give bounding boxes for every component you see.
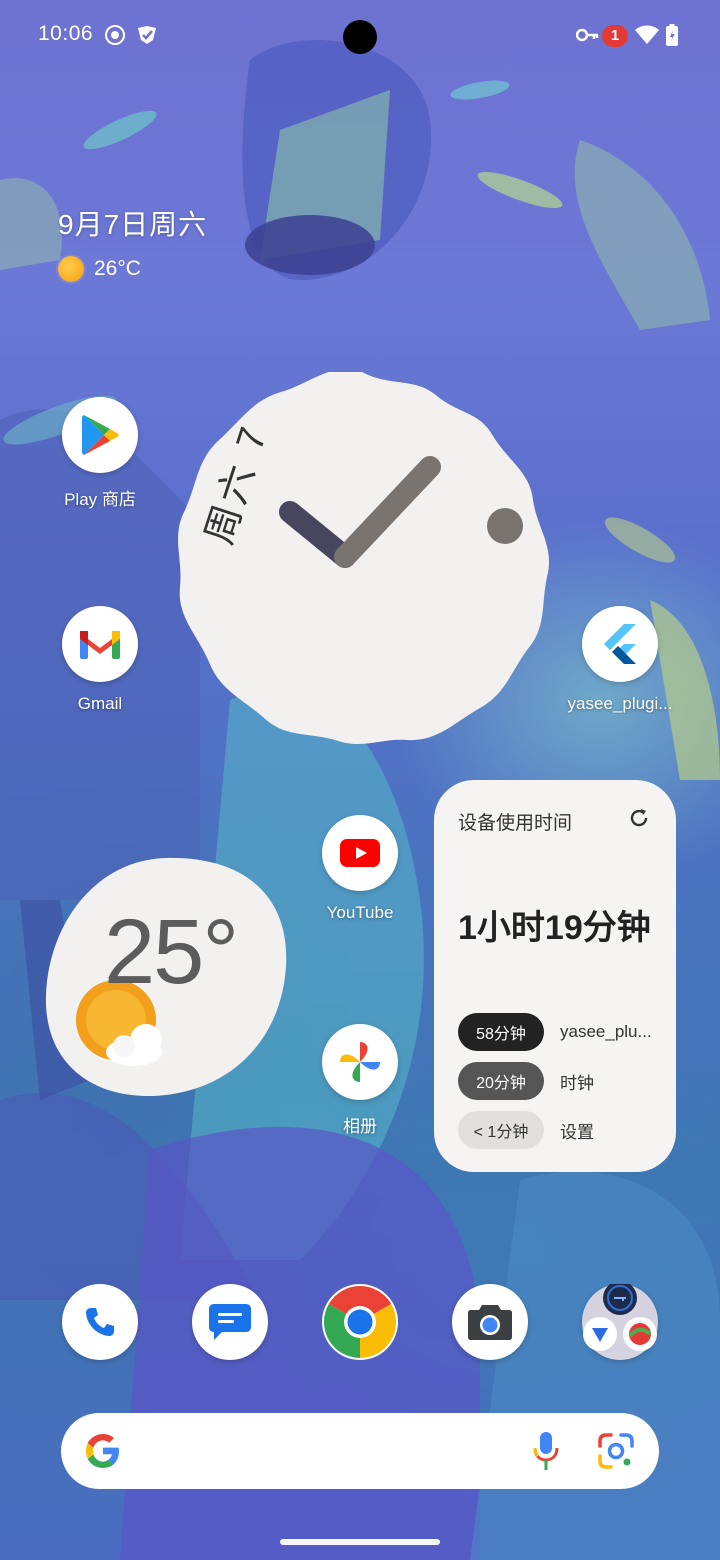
refresh-icon[interactable] <box>627 806 651 830</box>
youtube-icon <box>322 815 398 891</box>
screen-time-total: 1小时19分钟 <box>458 909 651 947</box>
usage-duration: < 1分钟 <box>458 1111 544 1149</box>
navigation-handle[interactable] <box>280 1539 440 1545</box>
google-lens-icon[interactable] <box>597 1432 635 1475</box>
vpn-key-icon <box>576 24 600 46</box>
glance-date[interactable]: 9月7日周六 <box>58 203 207 243</box>
microphone-icon[interactable] <box>531 1430 561 1477</box>
weather-temperature: 25° <box>104 901 239 1003</box>
wifi-icon <box>635 24 659 46</box>
app-label: YouTube <box>326 903 394 922</box>
usage-duration: 20分钟 <box>458 1062 544 1100</box>
flutter-icon <box>582 606 658 682</box>
play-store-icon <box>62 397 138 473</box>
front-camera <box>343 20 377 54</box>
app-label: 相册 <box>343 1117 377 1136</box>
folder-icon[interactable] <box>582 1284 658 1360</box>
glance-temperature: 26°C <box>94 257 141 280</box>
usage-duration: 58分钟 <box>458 1013 544 1051</box>
usage-app: 时钟 <box>560 1073 594 1093</box>
photos-icon <box>322 1024 398 1100</box>
app-youtube[interactable]: YouTube <box>295 815 425 923</box>
app-label: Gmail <box>77 694 123 713</box>
app-label: yasee_plugi... <box>567 694 673 713</box>
usage-row[interactable]: 58分钟 yasee_plu... <box>458 1013 668 1051</box>
app-photos[interactable]: 相册 <box>295 1024 425 1137</box>
sun-icon <box>58 256 84 282</box>
check-shield-icon <box>134 24 160 46</box>
google-search-bar[interactable] <box>61 1413 659 1489</box>
app-yasee-plugin[interactable]: yasee_plugi... <box>555 606 685 714</box>
usage-row[interactable]: 20分钟 时钟 <box>458 1062 668 1100</box>
chrome-icon[interactable] <box>322 1284 398 1360</box>
messages-icon[interactable] <box>192 1284 268 1360</box>
glance-weather[interactable]: 26°C <box>58 256 141 282</box>
screen-time-widget[interactable]: 设备使用时间 1小时19分钟 58分钟 yasee_plu... 20分钟 时钟… <box>434 780 676 1172</box>
phone-icon[interactable] <box>62 1284 138 1360</box>
app-gmail[interactable]: Gmail <box>35 606 165 714</box>
hotspot-icon <box>103 24 127 46</box>
screen-time-title: 设备使用时间 <box>458 813 573 834</box>
camera-icon[interactable] <box>452 1284 528 1360</box>
status-time: 10:06 <box>38 22 94 45</box>
app-label: Play 商店 <box>64 490 136 509</box>
usage-app: yasee_plu... <box>560 1022 652 1041</box>
gmail-icon <box>62 606 138 682</box>
usage-row[interactable]: < 1分钟 设置 <box>458 1111 668 1149</box>
notification-badge: 1 <box>602 25 628 47</box>
status-bar: 10:06 1 <box>0 0 720 72</box>
app-play-store[interactable]: Play 商店 <box>35 397 165 510</box>
battery-icon <box>666 24 678 46</box>
google-g-icon <box>83 1431 123 1476</box>
usage-app: 设置 <box>560 1122 594 1142</box>
